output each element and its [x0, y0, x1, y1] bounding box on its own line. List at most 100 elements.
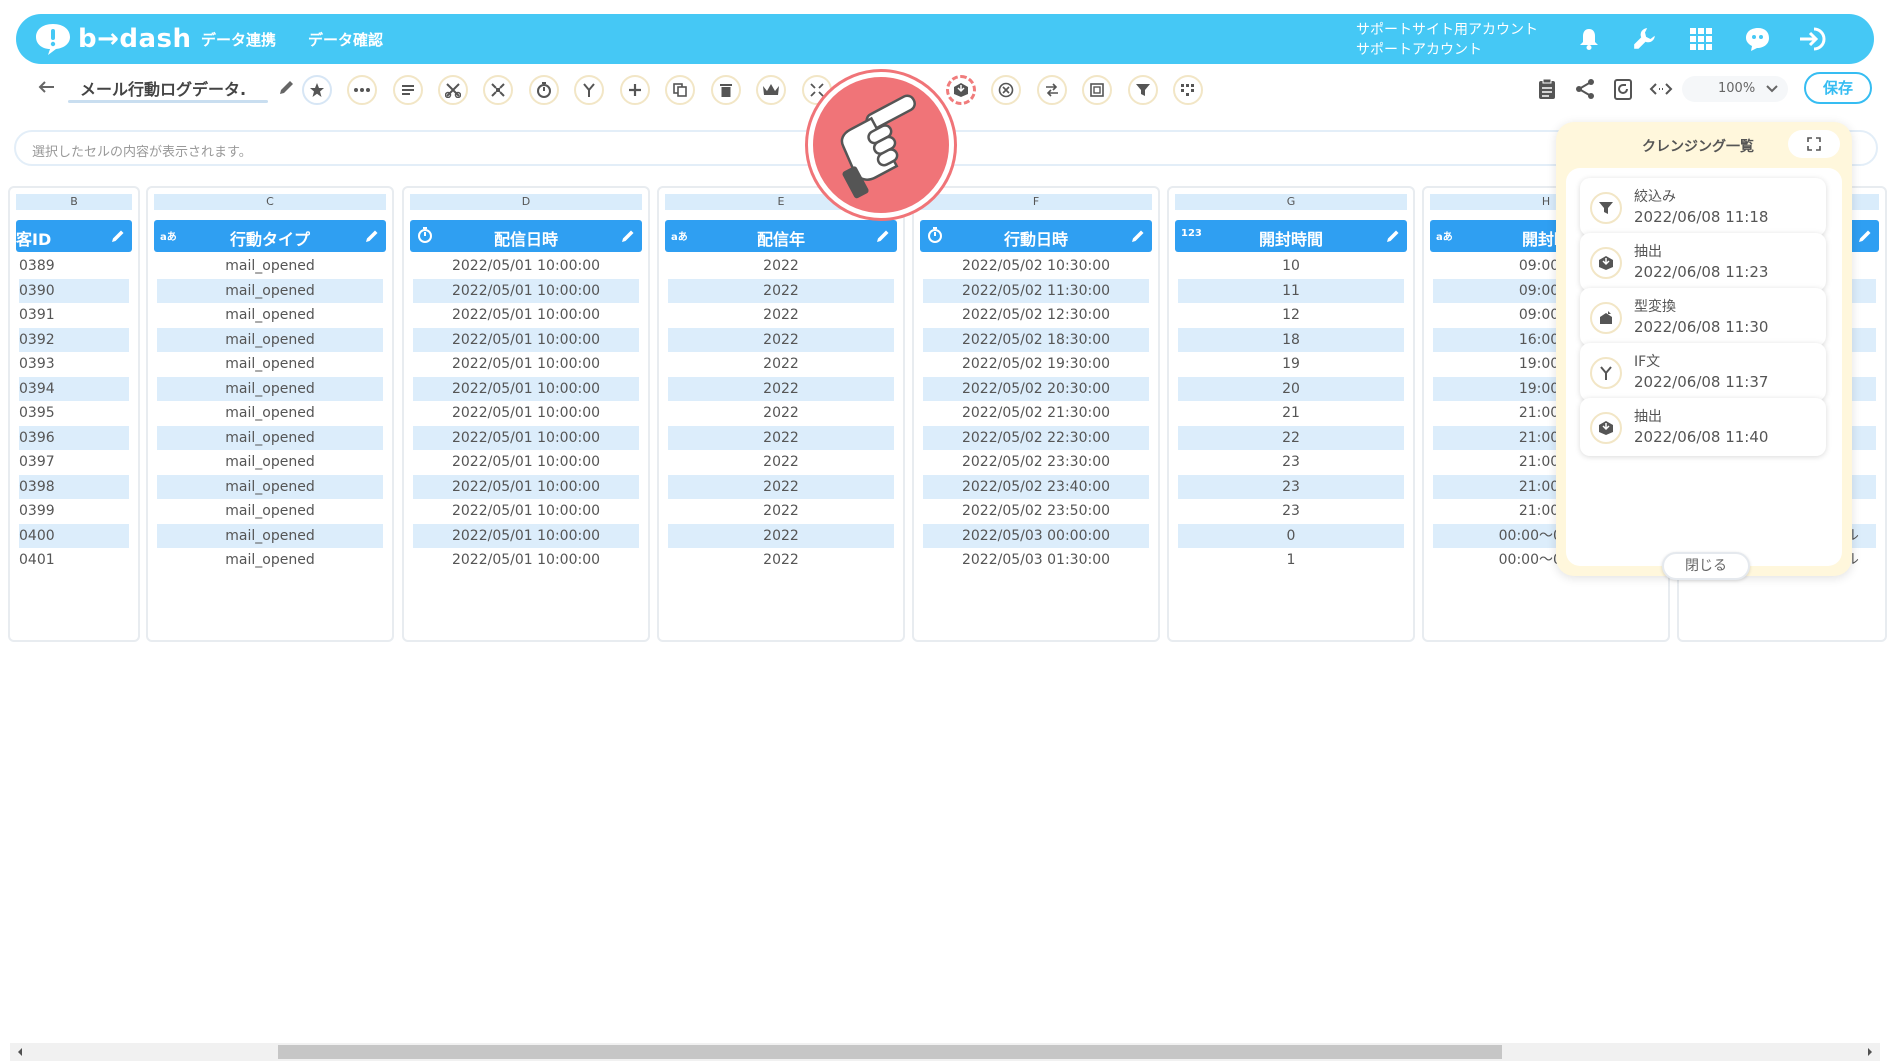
table-cell[interactable]: 0401: [19, 548, 129, 572]
table-cell[interactable]: mail_opened: [157, 376, 383, 401]
table-cell[interactable]: 2022: [668, 254, 894, 278]
column-header[interactable]: aあ 配信年: [665, 220, 897, 252]
table-cell[interactable]: 18: [1178, 327, 1404, 352]
table-cell[interactable]: 2022: [668, 327, 894, 352]
table-cell[interactable]: 2022/05/01 10:00:00: [413, 499, 639, 523]
panel-expand-button[interactable]: [1788, 130, 1840, 158]
trash-icon[interactable]: [711, 75, 741, 105]
table-cell[interactable]: 2022/05/02 23:50:00: [923, 499, 1149, 523]
table-cell[interactable]: 2022/05/02 22:30:00: [923, 425, 1149, 450]
cleansing-history-item[interactable]: 抽出 2022/06/08 11:40: [1580, 398, 1826, 456]
document-name[interactable]: メール行動ログデータ.: [80, 76, 272, 100]
table-cell[interactable]: 2022/05/02 23:30:00: [923, 450, 1149, 474]
table-cell[interactable]: 11: [1178, 278, 1404, 303]
table-cell[interactable]: 0396: [19, 425, 129, 450]
edit-pencil-icon[interactable]: [1385, 228, 1401, 244]
scroll-right-icon[interactable]: [1864, 1046, 1876, 1058]
table-cell[interactable]: mail_opened: [157, 474, 383, 499]
column-header[interactable]: 行動日時: [920, 220, 1152, 252]
close-button[interactable]: 閉じる: [1662, 552, 1750, 580]
merge-icon[interactable]: [483, 75, 513, 105]
table-cell[interactable]: 2022: [668, 474, 894, 499]
edit-pencil-icon[interactable]: [1857, 228, 1873, 244]
table-cell[interactable]: 2022: [668, 303, 894, 327]
table-cell[interactable]: 0399: [19, 499, 129, 523]
table-cell[interactable]: 0393: [19, 352, 129, 376]
code-icon[interactable]: [1648, 76, 1674, 102]
cancel-icon[interactable]: [991, 75, 1021, 105]
share-icon[interactable]: [1572, 76, 1598, 102]
table-cell[interactable]: 0400: [19, 523, 129, 548]
table-cell[interactable]: 0398: [19, 474, 129, 499]
edit-pencil-icon[interactable]: [364, 228, 380, 244]
filter-icon[interactable]: [1128, 75, 1158, 105]
table-cell[interactable]: mail_opened: [157, 303, 383, 327]
table-cell[interactable]: 0: [1178, 523, 1404, 548]
table-cell[interactable]: 2022/05/02 18:30:00: [923, 327, 1149, 352]
cleansing-history-item[interactable]: 型変換 2022/06/08 11:30: [1580, 288, 1826, 346]
clipboard-icon[interactable]: [1534, 76, 1560, 102]
cleansing-history-item[interactable]: 抽出 2022/06/08 11:23: [1580, 233, 1826, 291]
cleansing-history-item[interactable]: 絞込み 2022/06/08 11:18: [1580, 178, 1826, 236]
swap-icon[interactable]: [1037, 75, 1067, 105]
edit-pencil-icon[interactable]: [620, 228, 636, 244]
column-letter[interactable]: C: [154, 194, 386, 210]
table-cell[interactable]: mail_opened: [157, 327, 383, 352]
table-cell[interactable]: 10: [1178, 254, 1404, 278]
table-cell[interactable]: 2022: [668, 376, 894, 401]
grid-icon[interactable]: [1686, 24, 1716, 54]
table-cell[interactable]: 0389: [19, 254, 129, 278]
table-cell[interactable]: mail_opened: [157, 548, 383, 572]
table-cell[interactable]: 2022: [668, 523, 894, 548]
table-cell[interactable]: 2022/05/01 10:00:00: [413, 474, 639, 499]
table-cell[interactable]: 0390: [19, 278, 129, 303]
table-cell[interactable]: mail_opened: [157, 254, 383, 278]
wrench-icon[interactable]: [1630, 24, 1660, 54]
table-cell[interactable]: 2022/05/01 10:00:00: [413, 401, 639, 425]
table-cell[interactable]: 12: [1178, 303, 1404, 327]
table-cell[interactable]: 2022: [668, 450, 894, 474]
table-cell[interactable]: 2022/05/01 10:00:00: [413, 425, 639, 450]
table-cell[interactable]: 2022/05/01 10:00:00: [413, 327, 639, 352]
nav-data-confirm[interactable]: データ確認: [308, 29, 383, 50]
table-cell[interactable]: 2022/05/01 10:00:00: [413, 523, 639, 548]
more-icon[interactable]: [347, 75, 377, 105]
column-letter[interactable]: B: [16, 194, 132, 210]
refresh-icon[interactable]: [1610, 76, 1636, 102]
table-cell[interactable]: mail_opened: [157, 499, 383, 523]
scrollbar-thumb[interactable]: [278, 1045, 1502, 1059]
bell-icon[interactable]: [1574, 24, 1604, 54]
column-letter[interactable]: D: [410, 194, 642, 210]
edit-pencil-icon[interactable]: [1130, 228, 1146, 244]
table-cell[interactable]: 2022: [668, 278, 894, 303]
table-cell[interactable]: 1: [1178, 548, 1404, 572]
zoom-select[interactable]: 100%: [1682, 76, 1788, 102]
edit-pencil-icon[interactable]: [875, 228, 891, 244]
rename-pencil-icon[interactable]: [278, 78, 296, 96]
bird-icon[interactable]: [1742, 24, 1772, 54]
nav-data-integration[interactable]: データ連携: [201, 29, 276, 50]
table-cell[interactable]: 2022/05/01 10:00:00: [413, 303, 639, 327]
horizontal-scrollbar[interactable]: [10, 1043, 1880, 1061]
table-cell[interactable]: 2022/05/03 01:30:00: [923, 548, 1149, 572]
table-cell[interactable]: 2022/05/01 10:00:00: [413, 352, 639, 376]
table-cell[interactable]: 20: [1178, 376, 1404, 401]
column-header[interactable]: 123 開封時間: [1175, 220, 1407, 252]
table-cell[interactable]: 23: [1178, 499, 1404, 523]
table-cell[interactable]: 2022/05/01 10:00:00: [413, 548, 639, 572]
table-cell[interactable]: mail_opened: [157, 401, 383, 425]
branch-icon[interactable]: [574, 75, 604, 105]
table-cell[interactable]: 0392: [19, 327, 129, 352]
table-cell[interactable]: 2022/05/02 23:40:00: [923, 474, 1149, 499]
copy-icon[interactable]: [665, 75, 695, 105]
table-cell[interactable]: mail_opened: [157, 425, 383, 450]
table-cell[interactable]: 23: [1178, 474, 1404, 499]
table-cell[interactable]: 2022/05/02 19:30:00: [923, 352, 1149, 376]
table-cell[interactable]: 2022: [668, 425, 894, 450]
list-icon[interactable]: [393, 75, 423, 105]
account-info[interactable]: サポートサイト用アカウント サポートアカウント: [1356, 20, 1538, 60]
back-arrow-icon[interactable]: [36, 76, 58, 98]
table-cell[interactable]: 2022/05/01 10:00:00: [413, 278, 639, 303]
logout-icon[interactable]: [1798, 24, 1828, 54]
table-cell[interactable]: 0391: [19, 303, 129, 327]
